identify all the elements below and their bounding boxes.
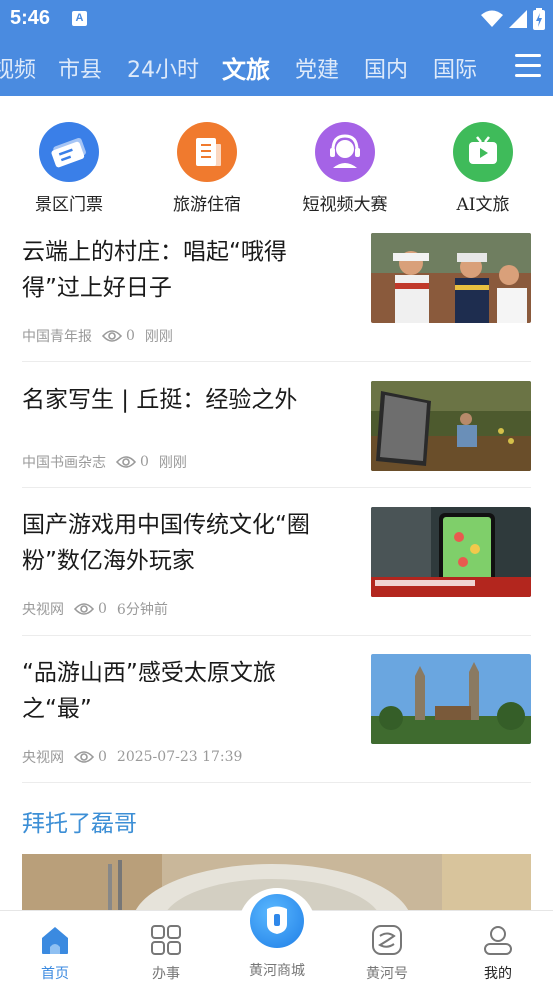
tab-domestic[interactable]: 国内 [364,52,408,84]
quick-link-label: 旅游住宿 [173,195,241,215]
news-view-count: 0 [98,601,107,617]
news-thumbnail [371,233,531,323]
news-item[interactable]: 云端上的村庄：唱起“哦得得”过上好日子 中国青年报 0 刚刚 [22,226,531,362]
signal-icon [509,10,527,28]
yellow-river-account-icon [370,923,404,957]
tv-play-icon [453,122,513,182]
tab-culture-tourism[interactable]: 文旅 [222,50,270,85]
status-time: 5:46 [10,7,51,29]
news-source: 中国青年报 [22,329,92,345]
news-title: 国产游戏用中国传统文化“圈粉”数亿海外玩家 [22,512,310,574]
home-icon [38,923,72,957]
nav-label: 首页 [41,966,69,982]
news-meta: 中国书画杂志 0 刚刚 [22,452,187,472]
nav-label: 办事 [152,966,180,982]
news-thumbnail [371,507,531,597]
status-indicators [481,8,545,30]
quick-link-video-contest[interactable]: 短视频大赛 [285,122,405,215]
tab-international[interactable]: 国际 [433,52,477,84]
eye-icon [74,751,94,763]
news-meta: 央视网 0 2025-07-23 17:39 [22,747,242,767]
nav-home[interactable]: 首页 [10,923,100,983]
news-view-count: 0 [126,328,135,344]
hotel-icon [177,122,237,182]
news-source: 中国书画杂志 [22,455,106,471]
news-views: 0 [102,328,135,344]
notification-icon: A [72,11,87,26]
nav-mine[interactable]: 我的 [453,923,543,983]
news-item[interactable]: 国产游戏用中国传统文化“圈粉”数亿海外玩家 央视网 0 6分钟前 [22,488,531,636]
nav-label: 我的 [484,966,512,982]
news-view-count: 0 [140,454,149,470]
quick-link-label: AI文旅 [456,195,510,215]
news-title: 名家写生 | 丘挺：经验之外 [22,387,298,413]
news-item[interactable]: “品游山西”感受太原文旅之“最” 央视网 0 2025-07-23 17:39 [22,636,531,783]
eye-icon [102,330,122,342]
news-view-count: 0 [98,749,107,765]
quick-link-tickets[interactable]: 景区门票 [9,122,129,215]
news-title: 云端上的村庄：唱起“哦得得”过上好日子 [22,239,287,301]
quick-links: 景区门票 旅游住宿 短视频大赛 AI文旅 [0,96,553,226]
headset-icon [315,122,375,182]
channel-tabs: 视频 市县 24小时 文旅 党建 国内 国际 [0,38,553,96]
quick-link-lodging[interactable]: 旅游住宿 [147,122,267,215]
news-item[interactable]: 名家写生 | 丘挺：经验之外 中国书画杂志 0 刚刚 [22,362,531,488]
quick-link-label: 景区门票 [35,195,103,215]
news-time: 2025-07-23 17:39 [116,749,243,765]
nav-services[interactable]: 办事 [121,923,211,983]
news-source: 央视网 [22,750,64,766]
news-meta: 中国青年报 0 刚刚 [22,326,173,346]
news-views: 0 [116,454,149,470]
eye-icon [116,456,136,468]
news-thumbnail [371,381,531,471]
nav-mall-button[interactable] [238,888,316,966]
news-title: “品游山西”感受太原文旅之“最” [22,660,276,722]
menu-icon[interactable] [515,54,541,78]
news-views: 0 [74,749,107,765]
news-time: 6分钟前 [116,602,168,618]
nav-mall-label: 黄河商城 [249,963,305,979]
quick-link-ai-culture[interactable]: AI文旅 [423,122,543,215]
tab-video[interactable]: 视频 [0,52,36,84]
news-views: 0 [74,601,107,617]
tab-24h[interactable]: 24小时 [127,52,199,84]
tab-party[interactable]: 党建 [295,52,339,84]
news-time: 刚刚 [144,329,173,345]
battery-icon [533,8,545,30]
eye-icon [74,603,94,615]
nav-label: 黄河号 [366,966,408,982]
user-icon [481,923,515,957]
status-bar: 5:46 A [0,0,553,38]
tab-counties[interactable]: 市县 [58,52,102,84]
quick-link-label: 短视频大赛 [302,195,388,215]
news-time: 刚刚 [158,455,187,471]
news-thumbnail [371,654,531,744]
nav-account[interactable]: 黄河号 [342,923,432,983]
news-meta: 央视网 0 6分钟前 [22,599,168,619]
grid-icon [149,923,183,957]
ticket-icon [39,122,99,182]
mall-icon [250,894,304,948]
section-title[interactable]: 拜托了磊哥 [22,804,137,838]
wifi-icon [481,10,503,27]
news-source: 央视网 [22,602,64,618]
